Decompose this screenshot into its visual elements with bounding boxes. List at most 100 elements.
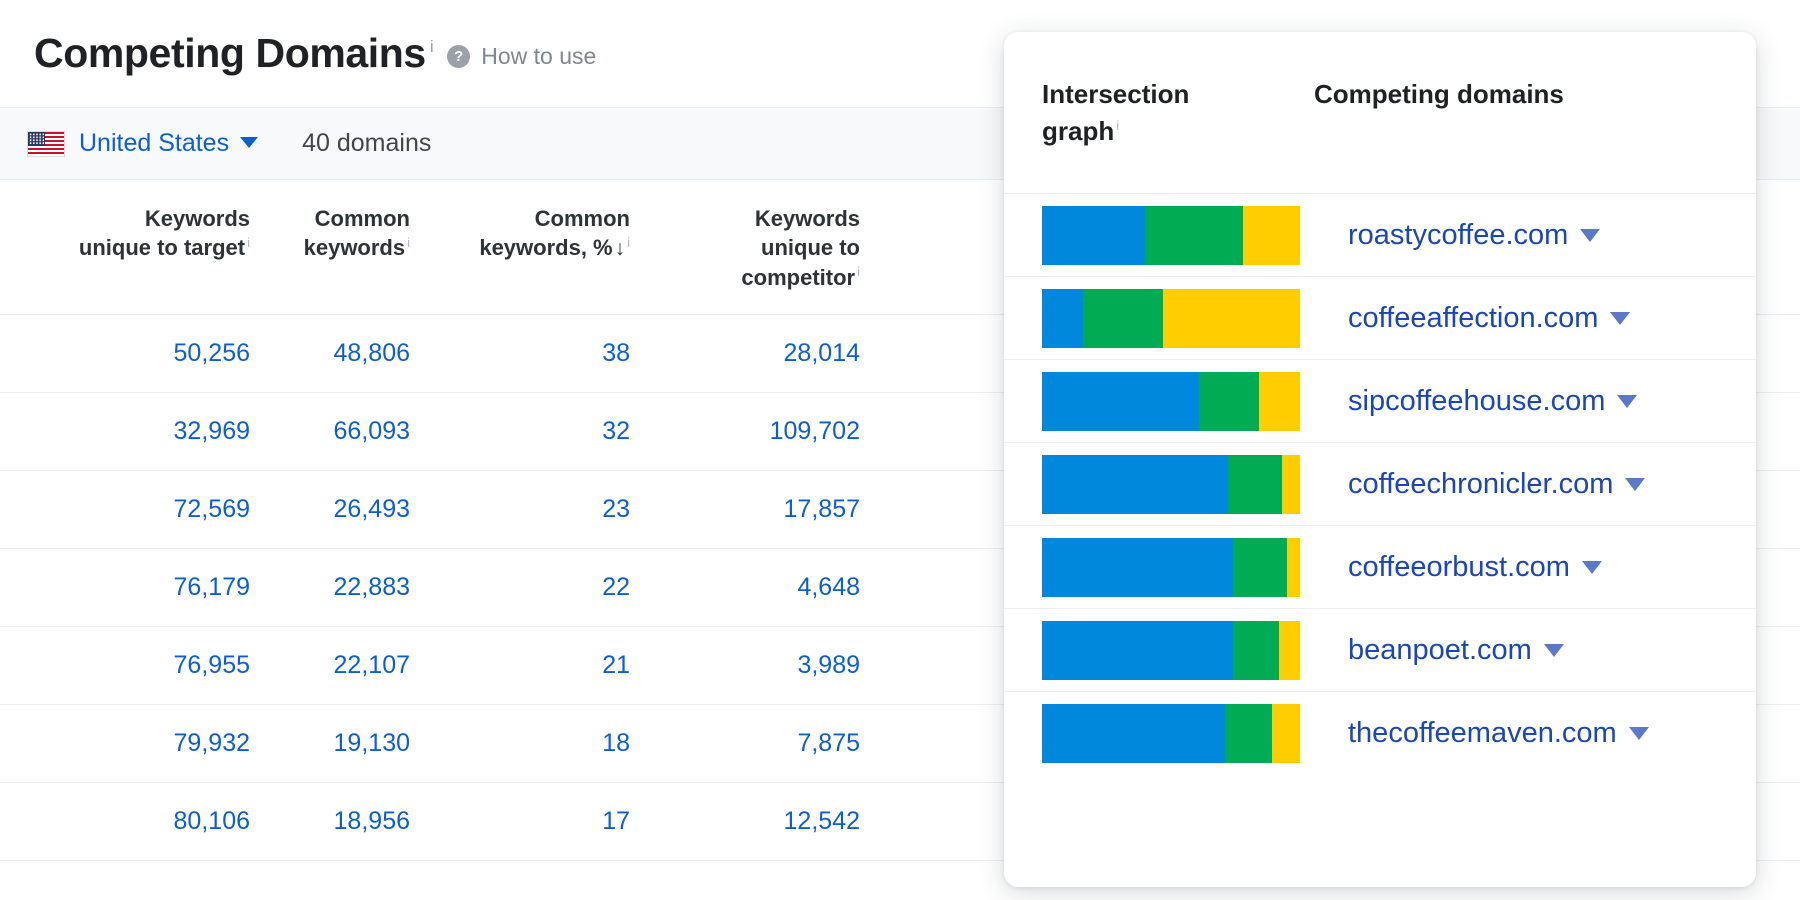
domains-count: 40 domains <box>302 129 431 158</box>
cell-keywords-unique-to-target[interactable]: 32,969 <box>0 392 250 470</box>
cell-common-keywords-pct: 21 <box>410 626 630 704</box>
intersection-bar <box>1042 455 1300 514</box>
chevron-down-icon[interactable] <box>1582 561 1602 574</box>
col-header-line2: keywords <box>304 235 406 260</box>
sort-descending-icon[interactable]: ↓ <box>615 237 626 260</box>
cell-common-keywords[interactable]: 22,883 <box>250 548 410 626</box>
bar-segment-unique-to-competitor <box>1287 538 1300 597</box>
intersection-graph-panel: Intersection graphi Competing domains ro… <box>1004 32 1756 887</box>
cell-keywords-unique-to-target[interactable]: 80,106 <box>0 782 250 860</box>
cell-keywords-unique-to-competitor[interactable]: 109,702 <box>630 392 860 470</box>
column-header-keywords-unique-to-target[interactable]: Keywords unique to targeti <box>0 180 250 314</box>
cell-common-keywords-pct: 18 <box>410 704 630 782</box>
competing-domain-cell[interactable]: roastycoffee.com <box>1348 221 1600 250</box>
intersection-bar <box>1042 372 1300 431</box>
chevron-down-icon[interactable] <box>1544 644 1564 657</box>
col-header-line2: unique to <box>630 233 860 262</box>
page-title-info-icon[interactable]: i <box>430 37 433 56</box>
column-header-common-keywords[interactable]: Common keywordsi <box>250 180 410 314</box>
column-info-icon[interactable]: i <box>247 235 250 250</box>
bar-segment-unique-to-target <box>1042 621 1233 680</box>
cell-common-keywords[interactable]: 22,107 <box>250 626 410 704</box>
bar-segment-common <box>1233 538 1287 597</box>
chevron-down-icon[interactable] <box>1629 727 1649 740</box>
country-selector[interactable]: United States <box>65 129 258 158</box>
us-flag-icon <box>27 131 65 157</box>
bar-segment-unique-to-target <box>1042 372 1199 431</box>
chevron-down-icon[interactable] <box>1617 395 1637 408</box>
list-item[interactable]: roastycoffee.com <box>1004 194 1756 277</box>
intersection-bar <box>1042 289 1300 348</box>
chevron-down-icon[interactable] <box>1625 478 1645 491</box>
chevron-down-icon[interactable] <box>1580 229 1600 242</box>
column-info-icon[interactable]: i <box>627 235 630 250</box>
col-header-line1: Keywords <box>630 204 860 233</box>
bar-segment-unique-to-target <box>1042 206 1145 265</box>
cell-common-keywords[interactable]: 18,956 <box>250 782 410 860</box>
bar-segment-common <box>1233 621 1279 680</box>
col-header-line3-wrap: competitori <box>630 263 860 292</box>
column-header-common-keywords-pct[interactable]: Common keywords, %↓i <box>410 180 630 314</box>
competing-domain-cell[interactable]: coffeeaffection.com <box>1348 304 1630 333</box>
bar-segment-unique-to-competitor <box>1279 621 1300 680</box>
chevron-down-icon[interactable] <box>1610 312 1630 325</box>
cell-common-keywords[interactable]: 19,130 <box>250 704 410 782</box>
help-icon[interactable]: ? <box>447 45 470 68</box>
panel-info-icon[interactable]: i <box>1116 118 1119 133</box>
cell-keywords-unique-to-competitor[interactable]: 7,875 <box>630 704 860 782</box>
cell-keywords-unique-to-competitor[interactable]: 17,857 <box>630 470 860 548</box>
panel-header: Intersection graphi Competing domains <box>1004 32 1756 194</box>
competing-domain-link[interactable]: sipcoffeehouse.com <box>1348 387 1605 416</box>
cell-keywords-unique-to-target[interactable]: 50,256 <box>0 314 250 392</box>
how-to-use-label: How to use <box>481 43 596 70</box>
list-item[interactable]: coffeechronicler.com <box>1004 443 1756 526</box>
competing-domain-link[interactable]: coffeechronicler.com <box>1348 470 1613 499</box>
list-item[interactable]: thecoffeemaven.com <box>1004 692 1756 775</box>
list-item[interactable]: coffeeorbust.com <box>1004 526 1756 609</box>
cell-common-keywords[interactable]: 48,806 <box>250 314 410 392</box>
column-header-keywords-unique-to-competitor[interactable]: Keywords unique to competitori <box>630 180 860 314</box>
cell-common-keywords-pct: 17 <box>410 782 630 860</box>
cell-keywords-unique-to-competitor[interactable]: 28,014 <box>630 314 860 392</box>
competing-domain-link[interactable]: beanpoet.com <box>1348 636 1532 665</box>
panel-col1-line2: graph <box>1042 116 1114 146</box>
bar-segment-unique-to-competitor <box>1243 206 1300 265</box>
cell-keywords-unique-to-competitor[interactable]: 3,989 <box>630 626 860 704</box>
competing-domain-cell[interactable]: thecoffeemaven.com <box>1348 719 1649 748</box>
column-info-icon[interactable]: i <box>407 235 410 250</box>
competing-domain-cell[interactable]: coffeechronicler.com <box>1348 470 1645 499</box>
column-info-icon[interactable]: i <box>857 264 860 279</box>
competing-domain-link[interactable]: coffeeorbust.com <box>1348 553 1570 582</box>
cell-keywords-unique-to-competitor[interactable]: 12,542 <box>630 782 860 860</box>
col-header-line2-wrap: keywords, %↓i <box>410 233 630 263</box>
competing-domain-link[interactable]: coffeeaffection.com <box>1348 304 1598 333</box>
col-header-line1: Common <box>250 204 410 233</box>
competing-domain-cell[interactable]: coffeeorbust.com <box>1348 553 1602 582</box>
competing-domain-link[interactable]: roastycoffee.com <box>1348 221 1568 250</box>
competing-domains-page: Competing Domainsi ? How to use United S… <box>0 0 1800 900</box>
cell-common-keywords[interactable]: 66,093 <box>250 392 410 470</box>
intersection-bar <box>1042 538 1300 597</box>
list-item[interactable]: sipcoffeehouse.com <box>1004 360 1756 443</box>
cell-keywords-unique-to-target[interactable]: 76,179 <box>0 548 250 626</box>
list-item[interactable]: coffeeaffection.com <box>1004 277 1756 360</box>
cell-common-keywords-pct: 38 <box>410 314 630 392</box>
cell-keywords-unique-to-competitor[interactable]: 4,648 <box>630 548 860 626</box>
cell-keywords-unique-to-target[interactable]: 79,932 <box>0 704 250 782</box>
cell-common-keywords[interactable]: 26,493 <box>250 470 410 548</box>
competing-domain-cell[interactable]: sipcoffeehouse.com <box>1348 387 1637 416</box>
list-item[interactable]: beanpoet.com <box>1004 609 1756 692</box>
col-header-line2: unique to target <box>79 235 245 260</box>
col-header-line2-wrap: unique to targeti <box>0 233 250 262</box>
cell-keywords-unique-to-target[interactable]: 72,569 <box>0 470 250 548</box>
bar-segment-common <box>1225 704 1271 763</box>
bar-segment-common <box>1228 455 1282 514</box>
cell-keywords-unique-to-target[interactable]: 76,955 <box>0 626 250 704</box>
competing-domain-cell[interactable]: beanpoet.com <box>1348 636 1564 665</box>
chevron-down-icon[interactable] <box>240 137 258 148</box>
bar-segment-unique-to-competitor <box>1163 289 1300 348</box>
bar-segment-unique-to-target <box>1042 455 1228 514</box>
cell-common-keywords-pct: 23 <box>410 470 630 548</box>
how-to-use-link[interactable]: ? How to use <box>447 43 596 70</box>
competing-domain-link[interactable]: thecoffeemaven.com <box>1348 719 1617 748</box>
